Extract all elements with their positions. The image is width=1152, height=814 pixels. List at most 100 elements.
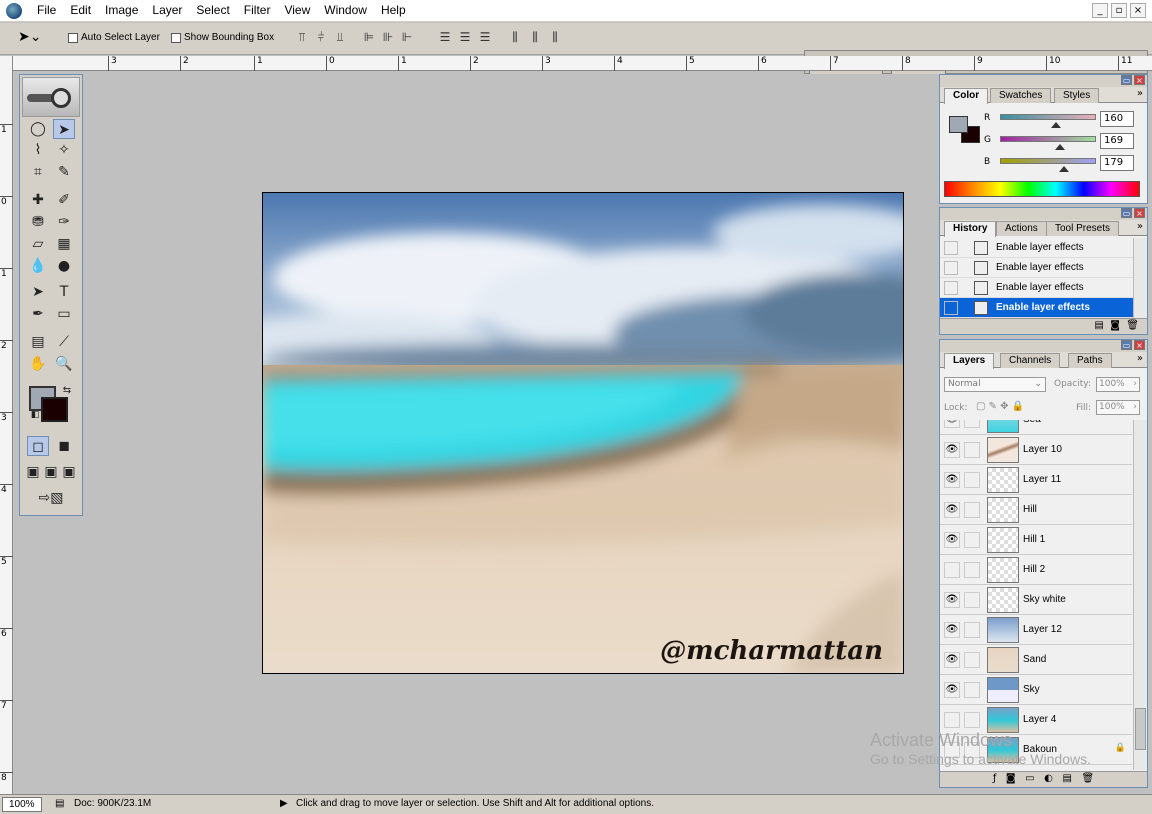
ellipse-marquee-icon[interactable]: ◯ [27,119,49,139]
align-hcenter-icon[interactable]: ⊪ [380,31,396,45]
tab-actions[interactable]: Actions [996,221,1047,236]
panel-close-icon[interactable]: × [1134,75,1145,85]
distribute-left-icon[interactable]: ⫼ [507,31,523,45]
layer-link-toggle[interactable] [964,442,980,458]
standard-screen-icon[interactable]: ▣ [24,462,42,482]
hand-icon[interactable]: ✋ [27,354,49,374]
history-scrollbar[interactable] [1133,238,1147,318]
panel-menu-icon[interactable]: » [1137,353,1143,364]
layer-row[interactable]: 👁 Layer 11 [940,465,1132,495]
distribute-bottom-icon[interactable]: ☰ [477,31,493,45]
align-left-icon[interactable]: ⊫ [361,31,377,45]
toolbox-header[interactable] [22,77,80,117]
panel-menu-icon[interactable]: » [1137,88,1143,99]
menu-edit[interactable]: Edit [63,3,98,17]
snapshot-icon[interactable]: ◙ [1110,320,1120,331]
lasso-icon[interactable]: ⌇ [27,140,49,160]
green-value-field[interactable]: 169 [1100,133,1134,149]
panel-menu-icon[interactable]: » [1137,221,1143,232]
layer-mask-icon[interactable]: ◙ [1006,773,1016,784]
visibility-eye-icon[interactable]: 👁 [944,592,960,608]
swap-colors-icon[interactable]: ⇆ [56,381,78,401]
visibility-eye-icon[interactable] [944,562,960,578]
layers-panel-titlebar[interactable]: ▭ × [940,340,1147,352]
layer-link-toggle[interactable] [964,502,980,518]
red-slider-thumb[interactable] [1051,122,1061,128]
new-group-icon[interactable]: ▭ [1025,773,1034,784]
visibility-eye-icon[interactable]: 👁 [944,442,960,458]
restore-button[interactable]: ▫ [1111,3,1127,18]
panel-close-icon[interactable]: × [1134,208,1145,218]
layer-link-toggle[interactable] [964,472,980,488]
visibility-eye-icon[interactable]: 👁 [944,532,960,548]
delete-layer-icon[interactable]: 🗑 [1081,773,1094,784]
clone-stamp-icon[interactable]: ⛃ [27,212,49,232]
tab-layers[interactable]: Layers [944,353,995,369]
layer-row[interactable]: 👁 Hill 1 [940,525,1132,555]
layer-link-toggle[interactable] [964,712,980,728]
healing-brush-icon[interactable]: ✚ [27,190,49,210]
menu-filter[interactable]: Filter [237,3,278,17]
layer-row[interactable]: 👁 Sky white [940,585,1132,615]
layer-row[interactable]: 👁 Sea [940,420,1132,435]
eyedropper-icon[interactable]: ⟋ [53,332,75,352]
visibility-eye-icon[interactable]: 👁 [944,622,960,638]
new-document-icon[interactable]: ▤ [1094,320,1103,331]
blue-slider-thumb[interactable] [1059,166,1069,172]
layer-row[interactable]: Hill 2 [940,555,1132,585]
visibility-eye-icon[interactable] [944,712,960,728]
menu-window[interactable]: Window [317,3,374,17]
menu-select[interactable]: Select [189,3,236,17]
brush-icon[interactable]: ✐ [53,190,75,210]
tab-paths[interactable]: Paths [1068,353,1112,368]
blur-icon[interactable]: 💧 [27,256,49,276]
blend-mode-select[interactable]: Normal ⌄ [944,377,1046,392]
tab-color[interactable]: Color [944,88,989,104]
lock-icons[interactable]: ▢ ✎ ✥ 🔒 [976,401,1024,412]
layer-link-toggle[interactable] [964,592,980,608]
auto-select-layer-checkbox[interactable]: Auto Select Layer [68,32,160,43]
doc-size[interactable]: Doc: 900K/23.1M [74,798,151,809]
menu-help[interactable]: Help [374,3,413,17]
green-slider-thumb[interactable] [1055,144,1065,150]
crop-icon[interactable]: ⌗ [27,162,49,182]
layers-scroll-thumb[interactable] [1135,708,1146,750]
panel-close-icon[interactable]: × [1134,340,1145,350]
zoom-icon[interactable]: 🔍 [53,354,75,374]
history-item[interactable]: Enable layer effects [940,238,1134,258]
fill-field[interactable]: 100% › [1096,400,1140,415]
layer-link-toggle[interactable] [964,562,980,578]
type-icon[interactable]: T [53,282,75,302]
layer-row[interactable]: 👁 Hill [940,495,1132,525]
layer-style-icon[interactable]: ƒ [993,773,997,784]
path-selection-icon[interactable]: ➤ [27,282,49,302]
menu-file[interactable]: File [30,3,63,17]
slice-icon[interactable]: ✎ [53,162,75,182]
panel-minimize-icon[interactable]: ▭ [1121,75,1132,85]
blue-value-field[interactable]: 179 [1100,155,1134,171]
zoom-field[interactable]: 100% [2,797,42,812]
menu-layer[interactable]: Layer [145,3,189,17]
history-brush-icon[interactable]: ✑ [53,212,75,232]
align-vcenter-icon[interactable]: ⫩ [313,31,329,45]
quick-mask-icon[interactable]: ◼ [53,436,75,456]
distribute-top-icon[interactable]: ☰ [437,31,453,45]
align-top-icon[interactable]: ⫪ [294,31,310,45]
panel-minimize-icon[interactable]: ▭ [1121,340,1132,350]
dodge-icon[interactable]: ● [53,256,75,276]
move-tool-preset-icon[interactable]: ➤⌄ [18,29,41,45]
visibility-eye-icon[interactable]: 👁 [944,652,960,668]
opacity-field[interactable]: 100% › [1096,377,1140,392]
layer-row[interactable]: 👁 Layer 12 [940,615,1132,645]
visibility-eye-icon[interactable]: 👁 [944,682,960,698]
menu-view[interactable]: View [277,3,317,17]
layer-row[interactable]: 👁 Sky [940,675,1132,705]
layer-row[interactable]: 👁 Sand [940,645,1132,675]
magic-wand-icon[interactable]: ✧ [53,140,75,160]
align-bottom-icon[interactable]: ⫫ [332,31,348,45]
eraser-icon[interactable]: ▱ [27,234,49,254]
minimize-button[interactable]: _ [1092,3,1108,18]
menu-image[interactable]: Image [98,3,145,17]
history-item-current[interactable]: Enable layer effects [940,298,1134,318]
blue-slider-track[interactable] [1000,158,1096,164]
